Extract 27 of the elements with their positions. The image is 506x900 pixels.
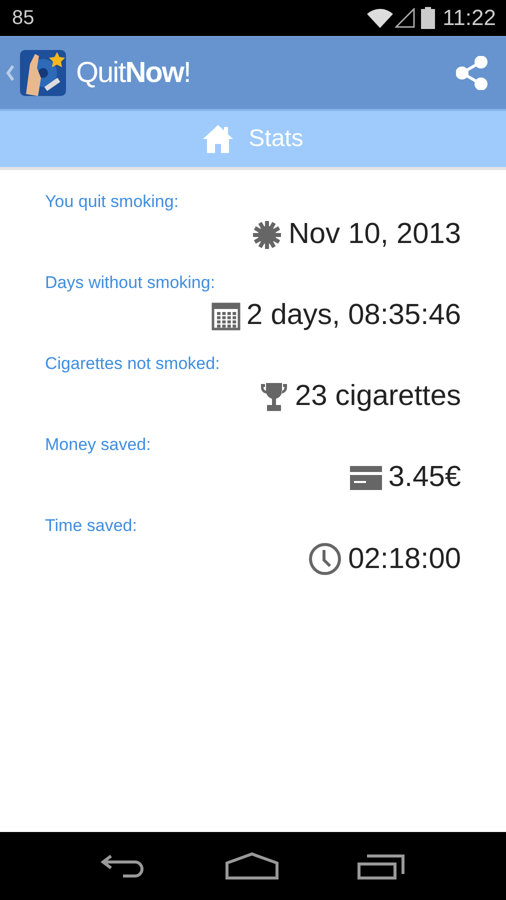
app-title: QuitNow! [76,56,190,90]
stat-value: 02:18:00 [348,542,461,576]
stat-value: 3.45€ [388,461,461,494]
stat-value: 2 days, 08:35:46 [246,299,461,332]
trophy-icon [258,380,289,412]
stat-value: Nov 10, 2013 [288,218,461,251]
share-button[interactable] [456,56,488,90]
notification-count: 85 [12,6,34,30]
card-icon [350,466,382,490]
stat-value: 23 cigarettes [294,380,461,413]
stat-label: Time saved: [45,516,137,536]
wifi-icon [366,8,393,28]
clock-icon [308,542,342,576]
home-nav-button[interactable] [225,852,279,880]
sun-icon [252,220,282,250]
stat-label: Cigarettes not smoked: [45,354,220,374]
recents-nav-button[interactable] [357,852,407,880]
calendar-icon [210,300,241,330]
stat-label: Days without smoking: [45,273,216,293]
stat-label: Money saved: [45,435,151,455]
signal-icon [394,8,415,28]
home-icon [202,125,233,153]
app-logo-icon [20,50,66,96]
stats-tab[interactable]: Stats [0,109,506,170]
clock-time: 11:22 [442,5,496,31]
battery-icon [420,7,435,29]
stat-label: You quit smoking: [45,192,179,212]
